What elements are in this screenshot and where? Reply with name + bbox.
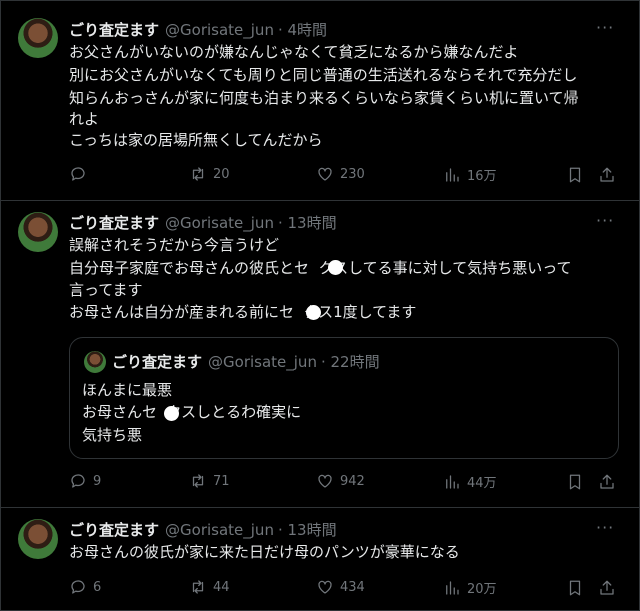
share-icon[interactable] <box>598 473 616 491</box>
tweet-header: ごり査定ます @Gorisate_jun · 13時間 <box>69 213 337 233</box>
censor-dot <box>164 406 179 421</box>
tweet-header: ごり査定ます @Gorisate_jun · 13時間 <box>69 520 337 540</box>
heart-icon <box>318 474 332 488</box>
views-button[interactable]: 20万 <box>443 578 497 597</box>
like-count: 230 <box>340 166 365 182</box>
more-options-icon[interactable]: ··· <box>596 211 614 230</box>
like-button[interactable]: 434 <box>316 578 365 596</box>
retweet-icon <box>192 580 204 594</box>
view-count: 16万 <box>467 169 497 184</box>
tweet-actions: 9 71 942 44万 <box>69 472 619 492</box>
reply-icon <box>71 167 85 181</box>
display-name[interactable]: ごり査定ます <box>69 521 159 539</box>
tweet-divider <box>0 507 640 508</box>
like-button[interactable]: 942 <box>316 472 365 490</box>
tweet-text-line: お母さんは自分が産まれる前にセ クス1度してます <box>69 303 417 321</box>
display-name[interactable]: ごり査定ます <box>69 21 159 39</box>
bookmark-icon[interactable] <box>566 473 584 491</box>
avatar[interactable] <box>18 212 58 252</box>
tweet-text-line: 自分母子家庭でお母さんの彼氏とセ クスしてる事に対して気持ち悪いって <box>69 259 572 277</box>
tweet-text-line: 別にお父さんがいなくても周りと同じ普通の生活送れるならそれで充分だし <box>69 66 578 84</box>
view-count: 20万 <box>467 582 497 597</box>
reply-count: 6 <box>93 579 102 595</box>
bookmark-icon[interactable] <box>566 166 584 184</box>
more-options-icon[interactable]: ··· <box>596 18 614 37</box>
tweet-text-line: 言ってます <box>69 281 143 299</box>
tweet-text-line: れよ <box>69 110 100 128</box>
tweet-text-line: お母さんの彼氏が家に来た日だけ母のパンツが豪華になる <box>69 543 460 561</box>
more-options-icon[interactable]: ··· <box>596 518 614 537</box>
display-name[interactable]: ごり査定ます <box>69 214 159 232</box>
quoted-tweet[interactable]: ごり査定ます @Gorisate_jun · 22時間 ほんまに最悪 お母さんセ ク… <box>69 337 619 459</box>
heart-icon <box>318 167 332 181</box>
tweet-header: ごり査定ます @Gorisate_jun · 4時間 <box>69 20 327 40</box>
retweet-button[interactable]: 71 <box>189 472 230 490</box>
tweet-text-line: 誤解されそうだから今言うけど <box>69 236 280 254</box>
tweet-actions: 20 230 16万 <box>69 165 619 185</box>
like-count: 942 <box>340 473 365 489</box>
retweet-button[interactable]: 44 <box>189 578 230 596</box>
bar-chart-icon <box>446 167 459 182</box>
timestamp[interactable]: · 13時間 <box>278 214 337 232</box>
retweet-icon <box>192 167 204 181</box>
reply-count: 9 <box>93 473 102 489</box>
avatar[interactable] <box>18 519 58 559</box>
quoted-tweet-header: ごり査定ます @Gorisate_jun · 22時間 <box>112 352 380 372</box>
tweet-divider <box>0 200 640 201</box>
handle[interactable]: @Gorisate_jun <box>165 21 274 39</box>
like-count: 434 <box>340 579 365 595</box>
share-icon[interactable] <box>598 579 616 597</box>
display-name: ごり査定ます <box>112 353 203 371</box>
reply-icon <box>71 474 85 488</box>
retweet-count: 44 <box>213 579 230 595</box>
avatar[interactable] <box>18 18 58 58</box>
timestamp: · 22時間 <box>320 353 380 371</box>
retweet-count: 20 <box>213 166 230 182</box>
quoted-text-line: 気持ち悪 <box>82 426 143 444</box>
reply-button[interactable] <box>69 165 93 183</box>
handle[interactable]: @Gorisate_jun <box>165 214 274 232</box>
reply-icon <box>71 580 85 594</box>
reply-button[interactable]: 6 <box>69 578 101 596</box>
bar-chart-icon <box>446 580 459 595</box>
heart-icon <box>318 580 332 594</box>
quoted-text-line: お母さんセ クスしとるわ確実に <box>82 403 302 421</box>
bookmark-icon[interactable] <box>566 579 584 597</box>
views-button[interactable]: 44万 <box>443 472 497 491</box>
censor-dot <box>328 260 343 275</box>
tweet-text-line: お父さんがいないのが嫌なんじゃなくて貧乏になるから嫌なんだよ <box>69 43 519 61</box>
avatar <box>84 351 106 373</box>
tweet-actions: 6 44 434 20万 <box>69 578 619 598</box>
like-button[interactable]: 230 <box>316 165 365 183</box>
bar-chart-icon <box>446 474 459 489</box>
view-count: 44万 <box>467 476 497 491</box>
censor-dot <box>306 305 321 320</box>
retweet-count: 71 <box>213 473 230 489</box>
reply-button[interactable]: 9 <box>69 472 101 490</box>
handle[interactable]: @Gorisate_jun <box>165 521 274 539</box>
quoted-text-line: ほんまに最悪 <box>82 381 173 399</box>
tweet-text-line: こっちは家の居場所無くしてんだから <box>69 131 323 149</box>
share-icon[interactable] <box>598 166 616 184</box>
handle: @Gorisate_jun <box>208 353 317 371</box>
views-button[interactable]: 16万 <box>443 165 497 184</box>
timestamp[interactable]: · 4時間 <box>278 21 327 39</box>
tweet-text-line: 知らんおっさんが家に何度も泊まり来るくらいなら家賃くらい机に置いて帰 <box>69 89 579 107</box>
retweet-button[interactable]: 20 <box>189 165 230 183</box>
timestamp[interactable]: · 13時間 <box>278 521 337 539</box>
retweet-icon <box>192 474 204 488</box>
